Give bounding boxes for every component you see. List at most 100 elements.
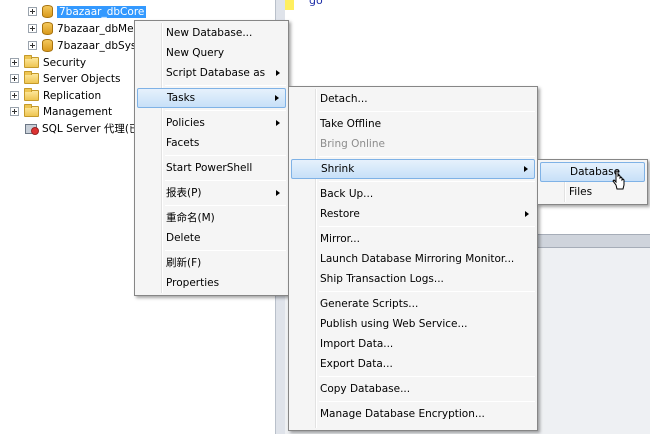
menu-item-new-query[interactable]: New Query [135,43,288,63]
menu-separator [319,226,535,227]
folder-icon [24,71,39,84]
menu-separator [165,205,286,206]
menu-separator [165,180,286,181]
menu-item-start-powershell[interactable]: Start PowerShell [135,158,288,178]
menu-item-label: Launch Database Mirroring Monitor... [320,253,515,265]
shrink-submenu: Database Files [537,159,648,205]
menu-item-detach[interactable]: Detach... [289,89,537,109]
tree-node-management[interactable]: Management [10,103,112,120]
submenu-arrow-icon [276,70,280,76]
menu-item-ship-transaction-logs[interactable]: Ship Transaction Logs... [289,269,537,289]
menu-item-label: 重命名(M) [166,212,215,224]
expand-icon[interactable] [28,7,37,16]
tree-node-server-objects[interactable]: Server Objects [10,70,120,87]
menu-separator [165,155,286,156]
folder-icon [24,88,39,101]
menu-item-reports[interactable]: 报表(P) [135,183,288,203]
expand-icon[interactable] [10,107,19,116]
tree-node-db-mer[interactable]: 7bazaar_dbMer [28,20,138,37]
menu-item-back-up[interactable]: Back Up... [289,184,537,204]
menu-item-label: Copy Database... [320,383,411,395]
tree-node-security[interactable]: Security [10,54,86,71]
submenu-arrow-icon [525,211,529,217]
database-icon [42,5,53,18]
tree-node-label[interactable]: Replication [43,90,101,102]
menu-separator [165,110,286,111]
folder-icon [24,55,39,68]
tree-node-label[interactable]: SQL Server 代理(已 [42,121,139,136]
menu-item-label: Ship Transaction Logs... [320,273,444,285]
submenu-arrow-icon [276,190,280,196]
menu-item-import-data[interactable]: Import Data... [289,334,537,354]
menu-item-label: Publish using Web Service... [320,318,468,330]
menu-item-label: Bring Online [320,138,385,150]
menu-item-shrink-database[interactable]: Database [540,162,645,182]
expand-icon[interactable] [10,91,19,100]
menu-item-label: Export Data... [320,358,393,370]
menu-item-label: 刷新(F) [166,257,202,269]
menu-item-shrink[interactable]: Shrink [291,159,535,179]
menu-item-generate-scripts[interactable]: Generate Scripts... [289,294,537,314]
editor-code[interactable]: go [309,0,323,7]
tree-node-db-syst[interactable]: 7bazaar_dbSyst [28,37,141,54]
menu-item-mirror[interactable]: Mirror... [289,229,537,249]
menu-item-label: Start PowerShell [166,162,253,174]
menu-item-label: Script Database as [166,67,266,79]
menu-item-policies[interactable]: Policies [135,113,288,133]
tree-node-label[interactable]: Management [43,106,112,118]
menu-item-label: Facets [166,137,200,149]
menu-item-take-offline[interactable]: Take Offline [289,114,537,134]
menu-separator [319,181,535,182]
menu-item-tasks[interactable]: Tasks [137,88,286,108]
tree-node-label[interactable]: 7bazaar_dbMer [57,23,138,35]
menu-item-label: Files [569,186,593,198]
tree-node-db-core[interactable]: 7bazaar_dbCore [28,3,147,20]
menu-item-label: Restore [320,208,360,220]
tasks-submenu: Detach... Take Offline Bring Online Shri… [288,86,538,431]
menu-item-new-database[interactable]: New Database... [135,23,288,43]
menu-separator [319,376,535,377]
menu-item-properties[interactable]: Properties [135,273,288,293]
tree-node-label[interactable]: 7bazaar_dbCore [57,5,147,18]
menu-item-label: Shrink [321,163,355,175]
menu-item-export-data[interactable]: Export Data... [289,354,537,374]
tree-node-label[interactable]: Server Objects [43,73,120,85]
menu-item-label: Detach... [320,93,368,105]
menu-item-label: Delete [166,232,201,244]
menu-item-rename[interactable]: 重命名(M) [135,208,288,228]
tree-node-sql-agent[interactable]: SQL Server 代理(已 [24,120,139,137]
tree-node-label[interactable]: 7bazaar_dbSyst [57,40,141,52]
menu-item-label: Properties [166,277,220,289]
menu-item-label: Manage Database Encryption... [320,408,485,420]
expand-icon[interactable] [28,41,37,50]
menu-item-label: Take Offline [320,118,382,130]
expand-icon[interactable] [10,74,19,83]
menu-item-label: Generate Scripts... [320,298,419,310]
tree-node-label[interactable]: Security [43,57,86,69]
folder-icon [24,104,39,117]
menu-item-delete[interactable]: Delete [135,228,288,248]
menu-item-shrink-files[interactable]: Files [538,182,647,202]
menu-item-copy-database[interactable]: Copy Database... [289,379,537,399]
expand-icon[interactable] [10,58,19,67]
menu-separator [319,156,535,157]
menu-separator [319,291,535,292]
menu-item-manage-encryption[interactable]: Manage Database Encryption... [289,404,537,424]
menu-item-script-database-as[interactable]: Script Database as [135,63,288,83]
menu-item-publish-web-service[interactable]: Publish using Web Service... [289,314,537,334]
menu-item-label: Policies [166,117,205,129]
sql-agent-icon [24,122,39,135]
database-icon [42,22,53,35]
menu-item-facets[interactable]: Facets [135,133,288,153]
menu-item-label: New Query [166,47,225,59]
menu-item-label: Import Data... [320,338,394,350]
editor-change-marker [285,0,294,10]
database-icon [42,39,53,52]
menu-item-bring-online: Bring Online [289,134,537,154]
menu-item-refresh[interactable]: 刷新(F) [135,253,288,273]
menu-item-launch-mirroring-monitor[interactable]: Launch Database Mirroring Monitor... [289,249,537,269]
menu-item-restore[interactable]: Restore [289,204,537,224]
tree-node-replication[interactable]: Replication [10,87,101,104]
expand-icon[interactable] [28,24,37,33]
submenu-arrow-icon [276,120,280,126]
